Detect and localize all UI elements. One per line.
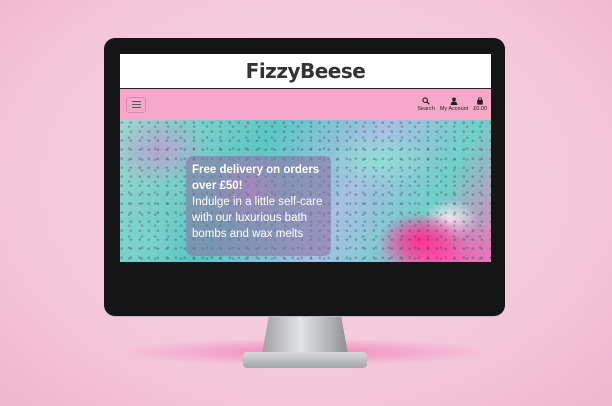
promo-body-line-2: with our luxurious bath (192, 212, 308, 224)
search-icon (422, 97, 430, 105)
nav-basket-total: £0.00 (473, 106, 487, 112)
main-navbar: Search My Account £0.00 (120, 89, 491, 120)
hero-banner: Free delivery on orders over £50! Indulg… (120, 120, 491, 262)
promo-headline-line-2: over £50! (192, 180, 243, 192)
promo-body-line-3: bombs and wax melts (192, 228, 304, 240)
user-icon (450, 97, 458, 105)
nav-basket-link[interactable]: £0.00 (473, 97, 487, 112)
promo-card: Free delivery on orders over £50! Indulg… (186, 156, 331, 256)
nav-search-link[interactable]: Search (417, 97, 435, 112)
navbar-actions: Search My Account £0.00 (417, 97, 487, 112)
promo-body-line-1: Indulge in a little self-care (192, 196, 323, 208)
monitor-stand-neck (262, 316, 348, 354)
shopping-bag-icon (477, 97, 483, 105)
hamburger-line (131, 107, 141, 108)
hamburger-menu-button[interactable] (126, 96, 146, 113)
hamburger-line (131, 101, 141, 102)
site-logo[interactable]: FizzyBeese (246, 59, 366, 83)
monitor-stand-base (243, 352, 367, 368)
monitor-screen: FizzyBeese Search My Account £0.00 Free … (120, 54, 491, 262)
nav-account-label: My Account (439, 106, 469, 112)
nav-account-link[interactable]: My Account (440, 97, 468, 112)
site-header: FizzyBeese (120, 54, 491, 89)
nav-search-label: Search (417, 106, 435, 112)
hamburger-line (131, 104, 141, 105)
promo-headline-line-1: Free delivery on orders (192, 164, 320, 176)
